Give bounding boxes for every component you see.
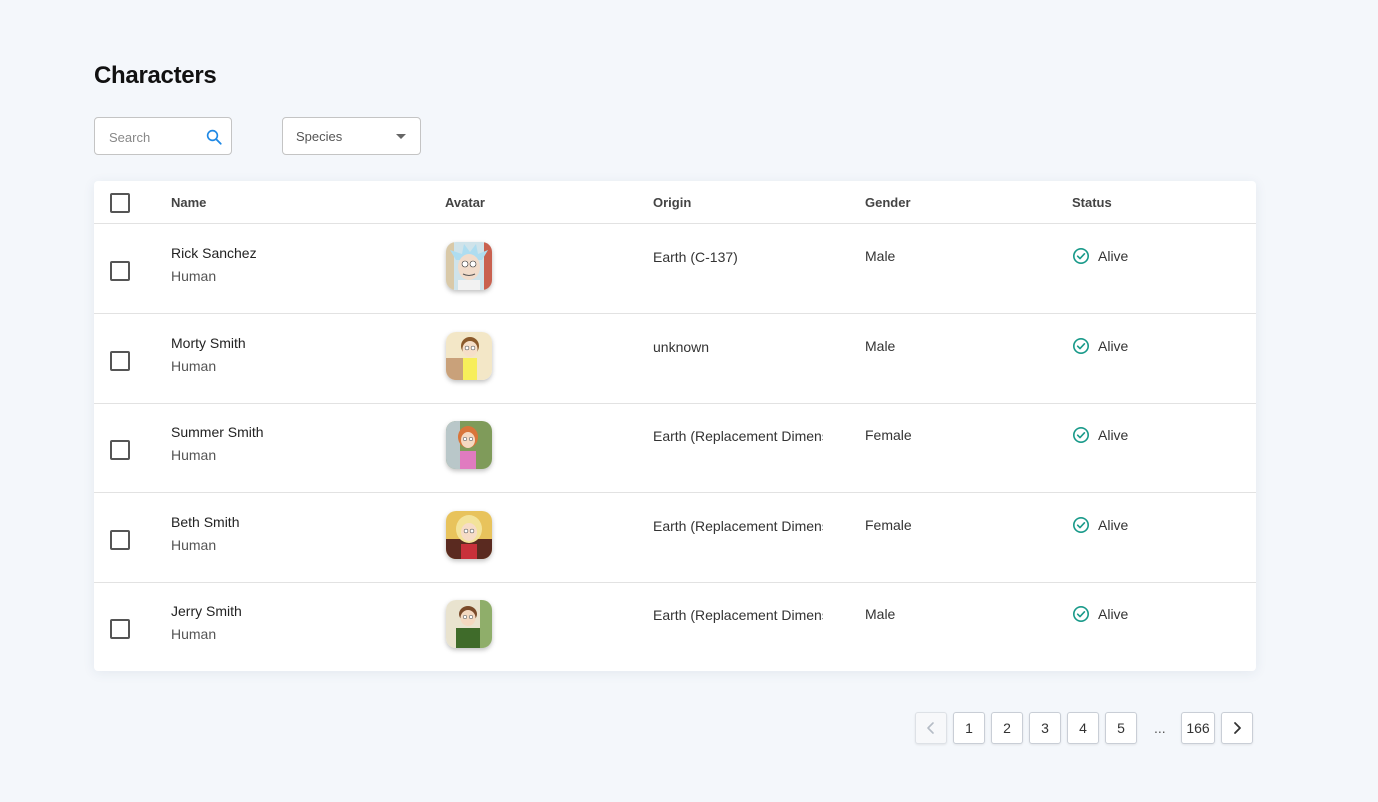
status-text: Alive xyxy=(1098,248,1129,264)
search-input[interactable] xyxy=(107,118,201,156)
character-gender: Female xyxy=(865,427,912,443)
character-name: Beth Smith xyxy=(171,514,240,530)
status-badge: Alive xyxy=(1072,605,1128,623)
character-origin: unknown xyxy=(653,339,710,355)
species-select-label: Species xyxy=(296,129,343,144)
page-button-1[interactable]: 1 xyxy=(953,712,985,744)
character-origin: Earth (Replacement Dimens... xyxy=(653,607,823,623)
avatar xyxy=(446,511,492,559)
character-gender: Female xyxy=(865,517,912,533)
status-text: Alive xyxy=(1098,517,1129,533)
check-circle-icon xyxy=(1072,605,1090,623)
table-row[interactable]: Rick Sanchez Human Earth (C-137) Male Al… xyxy=(94,224,1256,314)
column-header-gender[interactable]: Gender xyxy=(865,195,911,210)
status-badge: Alive xyxy=(1072,247,1128,265)
row-checkbox[interactable] xyxy=(110,351,130,371)
avatar xyxy=(446,421,492,469)
page-title: Characters xyxy=(94,62,217,89)
column-header-avatar[interactable]: Avatar xyxy=(445,195,485,210)
row-checkbox[interactable] xyxy=(110,530,130,550)
character-species: Human xyxy=(171,358,217,374)
characters-table: Name Avatar Origin Gender Status Rick Sa… xyxy=(94,181,1256,671)
search-icon[interactable] xyxy=(205,128,223,146)
page-button-5[interactable]: 5 xyxy=(1105,712,1137,744)
character-name: Jerry Smith xyxy=(171,603,242,619)
status-badge: Alive xyxy=(1072,516,1128,534)
row-checkbox[interactable] xyxy=(110,619,130,639)
character-origin: Earth (Replacement Dimens... xyxy=(653,428,823,444)
check-circle-icon xyxy=(1072,337,1090,355)
page-button-3[interactable]: 3 xyxy=(1029,712,1061,744)
avatar xyxy=(446,332,492,380)
prev-page-button[interactable] xyxy=(915,712,947,744)
avatar xyxy=(446,242,492,290)
table-header: Name Avatar Origin Gender Status xyxy=(94,181,1256,224)
chevron-down-icon xyxy=(396,134,406,139)
next-page-button[interactable] xyxy=(1221,712,1253,744)
status-text: Alive xyxy=(1098,338,1129,354)
table-row[interactable]: Morty Smith Human unknown Male Alive xyxy=(94,314,1256,404)
character-species: Human xyxy=(171,537,217,553)
page-button-2[interactable]: 2 xyxy=(991,712,1023,744)
status-badge: Alive xyxy=(1072,337,1128,355)
character-species: Human xyxy=(171,268,217,284)
status-badge: Alive xyxy=(1072,426,1128,444)
chevron-left-icon xyxy=(927,722,934,734)
check-circle-icon xyxy=(1072,516,1090,534)
check-circle-icon xyxy=(1072,426,1090,444)
character-gender: Male xyxy=(865,248,896,264)
column-header-status[interactable]: Status xyxy=(1072,195,1112,210)
status-text: Alive xyxy=(1098,606,1129,622)
pagination-ellipsis: ... xyxy=(1154,720,1166,736)
status-text: Alive xyxy=(1098,427,1129,443)
table-row[interactable]: Beth Smith Human Earth (Replacement Dime… xyxy=(94,493,1256,583)
character-name: Morty Smith xyxy=(171,335,246,351)
character-name: Summer Smith xyxy=(171,424,264,440)
page-button-4[interactable]: 4 xyxy=(1067,712,1099,744)
character-origin: Earth (Replacement Dimens... xyxy=(653,518,823,534)
select-all-checkbox[interactable] xyxy=(110,193,130,213)
chevron-right-icon xyxy=(1234,722,1241,734)
search-field[interactable] xyxy=(94,117,232,156)
check-circle-icon xyxy=(1072,247,1090,265)
character-origin: Earth (C-137) xyxy=(653,249,738,265)
character-species: Human xyxy=(171,447,217,463)
avatar xyxy=(446,600,492,648)
character-name: Rick Sanchez xyxy=(171,245,257,261)
row-checkbox[interactable] xyxy=(110,261,130,281)
character-species: Human xyxy=(171,626,217,642)
page-button-last[interactable]: 166 xyxy=(1181,712,1215,744)
column-header-origin[interactable]: Origin xyxy=(653,195,691,210)
table-row[interactable]: Summer Smith Human Earth (Replacement Di… xyxy=(94,403,1256,493)
table-row[interactable]: Jerry Smith Human Earth (Replacement Dim… xyxy=(94,582,1256,671)
character-gender: Male xyxy=(865,606,896,622)
column-header-name[interactable]: Name xyxy=(171,195,206,210)
species-select[interactable]: Species xyxy=(282,117,421,155)
row-checkbox[interactable] xyxy=(110,440,130,460)
character-gender: Male xyxy=(865,338,896,354)
